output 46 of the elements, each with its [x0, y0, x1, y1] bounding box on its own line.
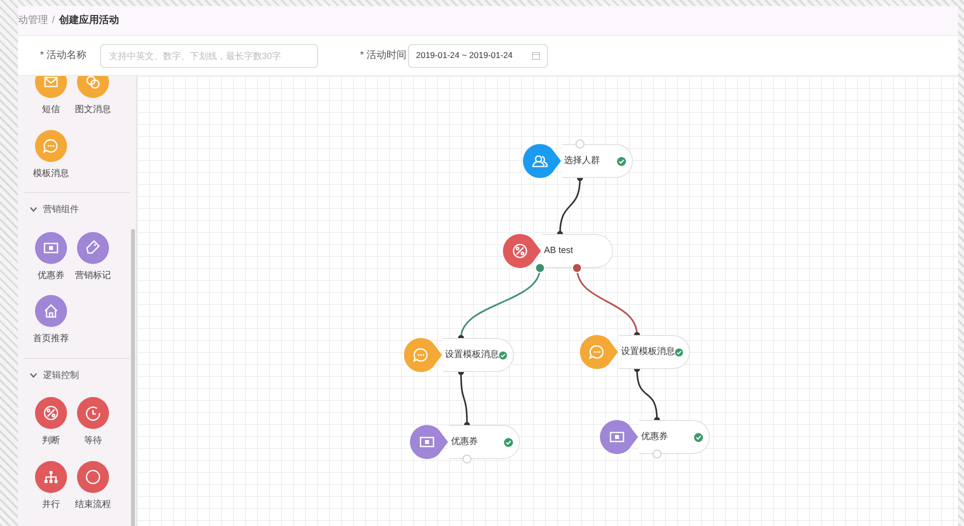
- component-label: 结束流程: [75, 498, 111, 510]
- component-label: 首页推荐: [33, 332, 69, 345]
- component-label: 并行: [42, 498, 60, 510]
- group-title: 营销组件: [43, 203, 79, 216]
- check-icon: [675, 348, 683, 356]
- check-icon: [504, 438, 513, 446]
- component-label: 等待: [84, 434, 102, 447]
- chat-bubble-icon[interactable]: [35, 130, 67, 162]
- flow-node[interactable]: 设置模板消息: [619, 335, 690, 369]
- hierarchy-icon[interactable]: [35, 460, 67, 492]
- component-label: 优惠券: [38, 268, 64, 282]
- node-label: 优惠券: [641, 430, 668, 444]
- percent-circle-icon[interactable]: [35, 397, 67, 429]
- node-label: 选择人群: [564, 154, 600, 168]
- check-icon: [499, 350, 507, 360]
- node-label: 设置模板消息: [621, 345, 675, 358]
- component-label: 判断: [42, 434, 60, 447]
- node-label: AB test: [544, 244, 574, 258]
- node-label: 设置模板消息: [445, 348, 499, 362]
- flow-node[interactable]: 优惠券: [639, 420, 710, 454]
- component-label: 图文消息: [75, 103, 111, 116]
- component-label: 营销标记: [75, 268, 111, 282]
- tag-icon[interactable]: [77, 232, 109, 264]
- flow-node[interactable]: 设置模板消息: [443, 338, 514, 372]
- clock-icon[interactable]: [77, 397, 109, 429]
- chevron-icon[interactable]: [30, 207, 37, 212]
- field-label: * 活动名称: [40, 49, 88, 63]
- node-label: 优惠券: [451, 435, 478, 448]
- flow-node[interactable]: AB test: [542, 234, 613, 268]
- check-icon: [694, 432, 703, 442]
- field-label: * 活动时间: [360, 48, 408, 63]
- circle-icon[interactable]: [77, 460, 109, 492]
- calendar-icon: [532, 51, 540, 60]
- group-title: 逻辑控制: [43, 368, 79, 382]
- house-icon[interactable]: [35, 295, 67, 327]
- check-icon: [617, 156, 626, 166]
- flow-node[interactable]: 优惠券: [449, 425, 520, 459]
- name-input[interactable]: 支持中英文、数字、下划线，最长字数30字: [100, 44, 318, 68]
- flow-node[interactable]: 选择人群: [562, 144, 633, 178]
- component-label: 模板消息: [33, 166, 69, 180]
- ticket-icon[interactable]: [35, 232, 67, 264]
- breadcrumb-separator: /: [52, 14, 55, 28]
- date-range-field[interactable]: 2019-01-24 ~ 2019-01-24: [408, 44, 548, 68]
- component-label: 短信: [42, 103, 60, 116]
- chevron-icon[interactable]: [30, 372, 37, 378]
- breadcrumb-current: 创建应用活动: [58, 13, 119, 28]
